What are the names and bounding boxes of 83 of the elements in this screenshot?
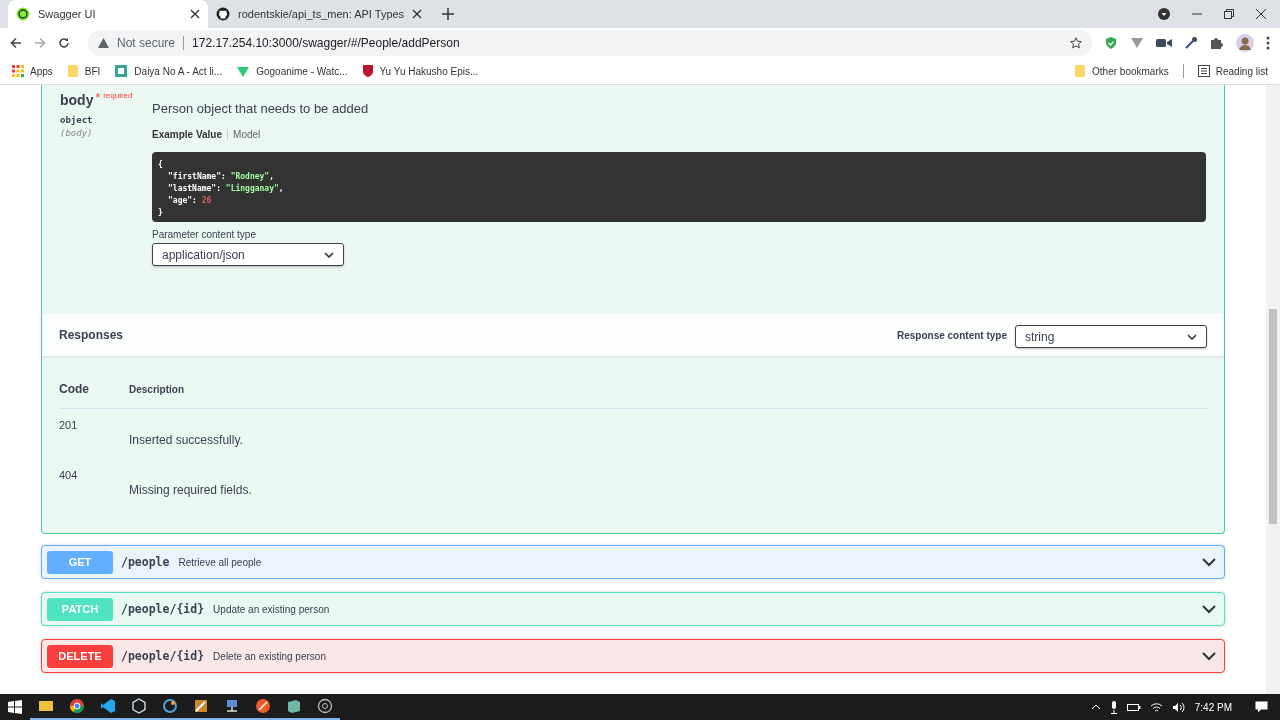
response-description: Inserted successfully. xyxy=(129,432,243,449)
folder-icon xyxy=(1074,64,1087,78)
security-label: Not secure xyxy=(117,36,176,50)
reading-list-button[interactable]: Reading list xyxy=(1197,65,1268,77)
operation-path: /people/{id} xyxy=(121,649,205,663)
method-badge: DELETE xyxy=(47,644,113,668)
chevron-up-icon[interactable] xyxy=(1090,704,1101,710)
scrollbar[interactable] xyxy=(1266,85,1280,694)
operation-summary: Retrieve all people xyxy=(178,556,262,568)
operation-path: /people/{id} xyxy=(121,602,205,616)
tab-search-icon[interactable] xyxy=(1158,8,1170,20)
bookmark[interactable]: Daiya No A - Act li... xyxy=(114,64,223,78)
column-header: Code xyxy=(59,382,90,396)
bookmark[interactable]: BFI xyxy=(66,64,101,78)
method-badge: PATCH xyxy=(47,597,113,621)
swagger-logo-icon xyxy=(16,7,30,21)
site-icon xyxy=(114,64,129,78)
operation-summary: Delete an existing person xyxy=(213,650,326,662)
chevron-down-icon xyxy=(324,251,334,258)
menu-icon[interactable] xyxy=(1266,36,1270,50)
response-code: 201 xyxy=(59,418,79,433)
new-tab-icon[interactable] xyxy=(442,8,455,20)
warning-icon xyxy=(98,38,109,48)
chevron-down-icon xyxy=(1187,333,1197,340)
address-bar[interactable]: Not secure 172.17.254.10:3000/swagger/#/People/addPerson xyxy=(88,30,1092,56)
back-icon[interactable] xyxy=(10,37,22,49)
content-type-label: Parameter content type xyxy=(152,229,257,240)
content-type-label: Response content type xyxy=(896,329,1007,341)
column-header: Description xyxy=(129,383,184,395)
close-icon[interactable] xyxy=(1256,9,1266,19)
browser-tab[interactable]: Swagger UI xyxy=(8,0,208,28)
browser-tab[interactable]: rodentskie/api_ts_men: API Types xyxy=(208,0,431,28)
required-label: required xyxy=(103,91,133,100)
tab-title: Swagger UI xyxy=(38,8,97,20)
parameter-description: Person object that needs to be added xyxy=(152,101,370,116)
reload-icon[interactable] xyxy=(58,37,70,49)
example-tab[interactable]: Model xyxy=(233,129,261,140)
parameter-location: (body) xyxy=(60,128,94,138)
required-mark: * xyxy=(95,91,101,105)
speaker-icon[interactable] xyxy=(1171,701,1186,713)
maximize-icon[interactable] xyxy=(1224,9,1234,19)
url-text: 172.17.254.10:3000/swagger/#/People/addPerson xyxy=(192,36,461,50)
notification-icon[interactable] xyxy=(1255,701,1268,713)
chevron-down-icon[interactable] xyxy=(1202,557,1216,567)
puzzle-icon[interactable] xyxy=(1210,36,1224,50)
code-block: { "firstName": "Rodney", "lastName": "Lingganay", "age": 26 } xyxy=(152,152,1206,222)
wifi-icon[interactable] xyxy=(1149,701,1163,713)
operation-summary: Update an existing person xyxy=(213,603,330,615)
microphone-icon[interactable] xyxy=(1109,700,1118,714)
tab-title: rodentskie/api_ts_men: API Types xyxy=(238,8,405,20)
content-type-select[interactable]: string xyxy=(1015,325,1207,348)
content-type-select[interactable]: application/json xyxy=(152,243,344,266)
response-code: 404 xyxy=(59,468,79,483)
chevron-down-icon[interactable] xyxy=(1202,651,1216,661)
shield-logo-icon xyxy=(361,64,374,78)
close-icon[interactable] xyxy=(412,9,423,19)
close-icon[interactable] xyxy=(190,9,200,19)
shield-icon[interactable] xyxy=(1104,36,1118,50)
example-tab[interactable]: Example Value xyxy=(152,129,223,140)
avatar-icon[interactable] xyxy=(1236,34,1254,52)
chevron-down-icon[interactable] xyxy=(1202,604,1216,614)
operation-bar[interactable]: PATCH /people/{id} Update an existing person xyxy=(41,592,1225,626)
response-description: Missing required fields. xyxy=(129,482,252,499)
operation-bar[interactable]: DELETE /people/{id} Delete an existing person xyxy=(41,639,1225,673)
bookmark[interactable]: Gogoanime - Watc... xyxy=(236,64,348,78)
operation-path: /people xyxy=(121,555,170,569)
bookmark[interactable]: Yu Yu Hakusho Epis... xyxy=(361,64,479,78)
parameter-name: body xyxy=(60,92,94,108)
operation-bar[interactable]: GET /people Retrieve all people xyxy=(41,545,1225,579)
clock-time[interactable]: 7:42 PM xyxy=(1194,701,1232,713)
bookmark[interactable]: Other bookmarks xyxy=(1074,64,1169,78)
star-icon[interactable] xyxy=(1070,37,1082,49)
method-badge: GET xyxy=(47,550,113,574)
folder-icon xyxy=(66,64,79,78)
list-icon xyxy=(1197,65,1210,77)
apps-grid-icon xyxy=(12,65,24,77)
bookmark[interactable]: Apps xyxy=(12,65,53,77)
v-logo-icon[interactable] xyxy=(1130,36,1144,50)
section-title: Responses xyxy=(59,328,125,342)
parameter-type: object xyxy=(60,115,94,125)
battery-icon[interactable] xyxy=(1126,702,1141,712)
eyedropper-icon[interactable] xyxy=(1184,36,1198,50)
video-camera-icon[interactable] xyxy=(1156,37,1172,49)
